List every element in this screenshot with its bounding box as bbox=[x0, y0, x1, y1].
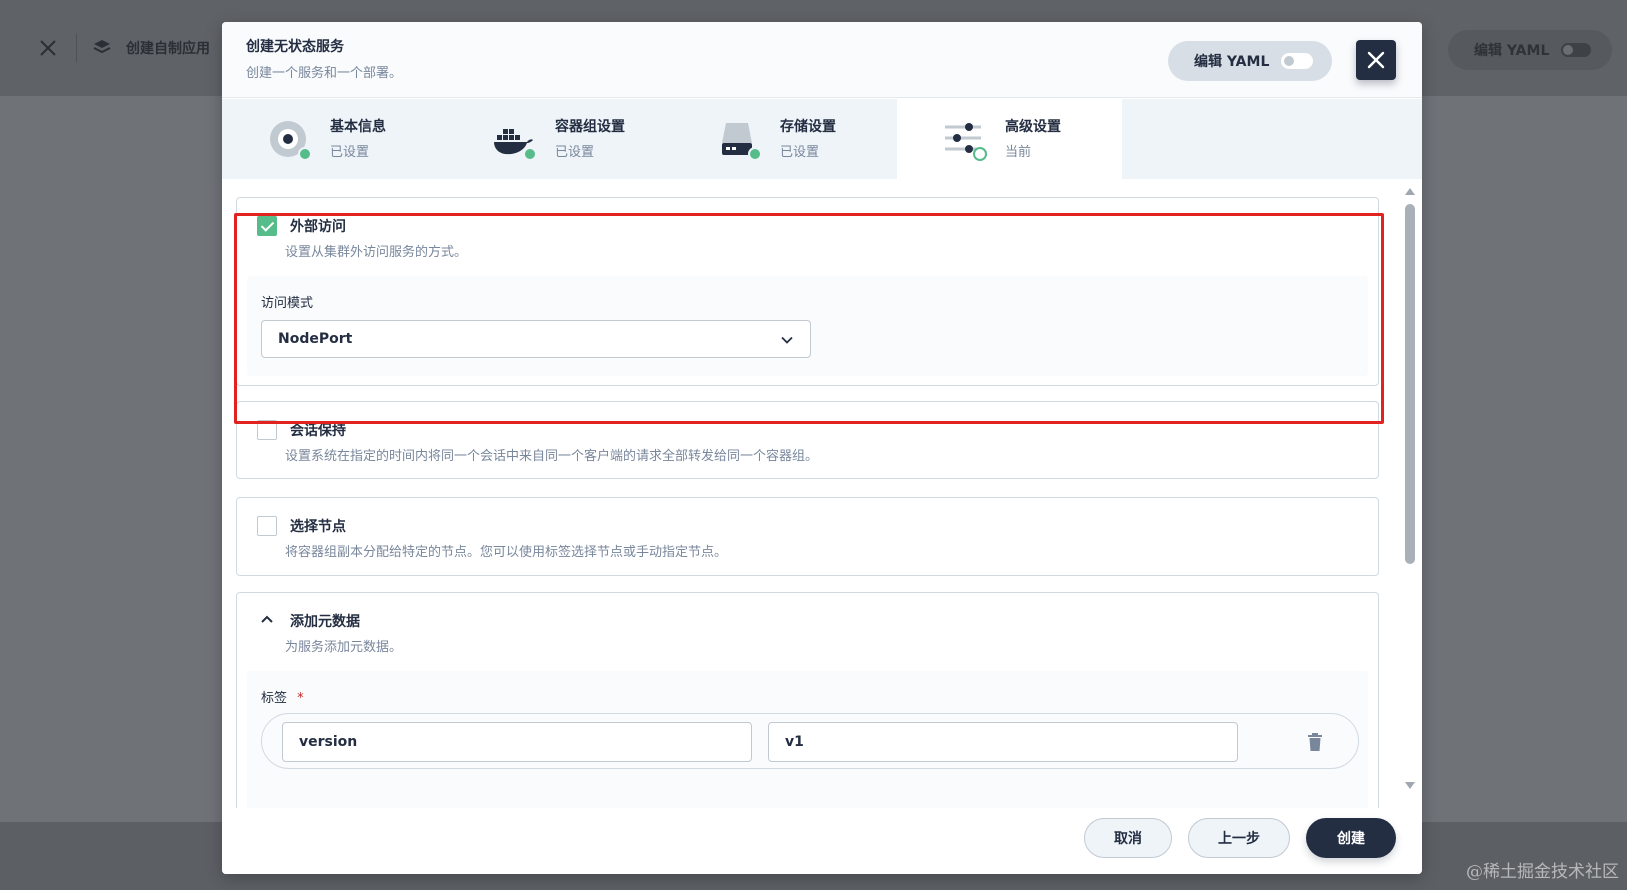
metadata-description: 为服务添加元数据。 bbox=[285, 640, 403, 655]
access-mode-panel: 访问模式 NodePort bbox=[247, 276, 1368, 376]
scroll-up-arrow[interactable] bbox=[1405, 188, 1415, 195]
background-yaml-label: 编辑 YAML bbox=[1474, 43, 1550, 59]
close-button[interactable] bbox=[1356, 40, 1396, 80]
step-status: 已设置 bbox=[330, 145, 370, 160]
edit-yaml-toggle[interactable]: 编辑 YAML bbox=[1168, 41, 1332, 81]
session-affinity-card: 会话保持 设置系统在指定的时间内将同一个会话中来自同一个客户端的请求全部转发给同… bbox=[236, 401, 1379, 479]
background-yaml-toggle: 编辑 YAML bbox=[1448, 30, 1612, 70]
external-access-title: 外部访问 bbox=[290, 219, 346, 235]
label-value-input[interactable]: v1 bbox=[768, 722, 1238, 762]
edit-yaml-label: 编辑 YAML bbox=[1194, 54, 1270, 70]
session-affinity-title: 会话保持 bbox=[290, 423, 346, 439]
step-name: 容器组设置 bbox=[555, 119, 625, 135]
access-mode-select[interactable]: NodePort bbox=[261, 320, 811, 358]
step-done-indicator bbox=[748, 147, 762, 161]
required-mark: * bbox=[297, 691, 304, 706]
scroll-down-arrow[interactable] bbox=[1405, 782, 1415, 789]
wizard-steps: 基本信息 已设置 容器组设置 已设置 存储设置 已设置 高级设置 当前 bbox=[222, 99, 1422, 179]
step-current-indicator bbox=[973, 147, 987, 161]
background-app-title: 创建自制应用 bbox=[126, 41, 210, 57]
modal-footer: 取消 上一步 创建 bbox=[222, 808, 1422, 874]
chevron-down-icon bbox=[781, 336, 793, 344]
scrollbar-thumb[interactable] bbox=[1405, 204, 1415, 564]
step-name: 基本信息 bbox=[330, 119, 386, 135]
app-stack-icon bbox=[92, 38, 112, 58]
previous-button[interactable]: 上一步 bbox=[1188, 818, 1290, 858]
step-done-indicator bbox=[298, 147, 312, 161]
modal-description: 创建一个服务和一个部署。 bbox=[246, 66, 403, 81]
watermark: @稀土掘金技术社区 bbox=[1466, 862, 1619, 882]
node-selector-checkbox[interactable] bbox=[257, 516, 277, 536]
step-status: 当前 bbox=[1005, 145, 1032, 160]
step-advanced-settings[interactable]: 高级设置 当前 bbox=[897, 99, 1122, 179]
step-status: 已设置 bbox=[555, 145, 595, 160]
step-storage-settings[interactable]: 存储设置 已设置 bbox=[672, 99, 897, 179]
step-status: 已设置 bbox=[780, 145, 820, 160]
node-selector-title: 选择节点 bbox=[290, 519, 346, 535]
access-mode-value: NodePort bbox=[278, 331, 353, 347]
step-container-settings[interactable]: 容器组设置 已设置 bbox=[447, 99, 672, 179]
access-mode-label: 访问模式 bbox=[261, 296, 314, 311]
label-value-value: v1 bbox=[785, 734, 804, 750]
external-access-description: 设置从集群外访问服务的方式。 bbox=[285, 245, 468, 260]
external-access-card: 外部访问 设置从集群外访问服务的方式。 访问模式 NodePort bbox=[236, 197, 1379, 386]
advanced-settings-form: 外部访问 设置从集群外访问服务的方式。 访问模式 NodePort 会话保持 设… bbox=[222, 179, 1422, 808]
trash-icon[interactable] bbox=[1306, 732, 1324, 752]
yaml-switch bbox=[1281, 53, 1314, 69]
create-button[interactable]: 创建 bbox=[1306, 818, 1396, 858]
session-affinity-checkbox[interactable] bbox=[257, 420, 277, 440]
background-close-icon bbox=[36, 36, 60, 60]
node-selector-card: 选择节点 将容器组副本分配给特定的节点。您可以使用标签选择节点或手动指定节点。 bbox=[236, 497, 1379, 576]
step-name: 高级设置 bbox=[1005, 119, 1061, 135]
step-basic-info[interactable]: 基本信息 已设置 bbox=[222, 99, 447, 179]
labels-label-text: 标签 bbox=[261, 691, 288, 706]
cancel-button[interactable]: 取消 bbox=[1084, 818, 1172, 858]
node-selector-description: 将容器组副本分配给特定的节点。您可以使用标签选择节点或手动指定节点。 bbox=[285, 545, 728, 560]
modal-header: 创建无状态服务 创建一个服务和一个部署。 编辑 YAML bbox=[222, 22, 1422, 98]
label-row: version v1 bbox=[261, 713, 1359, 769]
metadata-title: 添加元数据 bbox=[290, 614, 360, 630]
label-key-value: version bbox=[299, 734, 358, 750]
modal-title: 创建无状态服务 bbox=[246, 39, 344, 55]
create-service-modal: 创建无状态服务 创建一个服务和一个部署。 编辑 YAML 基本信息 已设置 容器… bbox=[222, 22, 1422, 874]
label-key-input[interactable]: version bbox=[282, 722, 752, 762]
labels-label: 标签 * bbox=[261, 687, 304, 706]
background-yaml-switch bbox=[1561, 43, 1592, 57]
close-icon bbox=[1367, 51, 1385, 69]
background-divider bbox=[76, 34, 77, 62]
step-name: 存储设置 bbox=[780, 119, 836, 135]
chevron-up-icon[interactable] bbox=[259, 611, 275, 627]
session-affinity-description: 设置系统在指定的时间内将同一个会话中来自同一个客户端的请求全部转发给同一个容器组… bbox=[285, 449, 819, 464]
external-access-checkbox[interactable] bbox=[257, 216, 277, 236]
step-done-indicator bbox=[523, 147, 537, 161]
metadata-card: 添加元数据 为服务添加元数据。 标签 * version v1 bbox=[236, 592, 1379, 808]
